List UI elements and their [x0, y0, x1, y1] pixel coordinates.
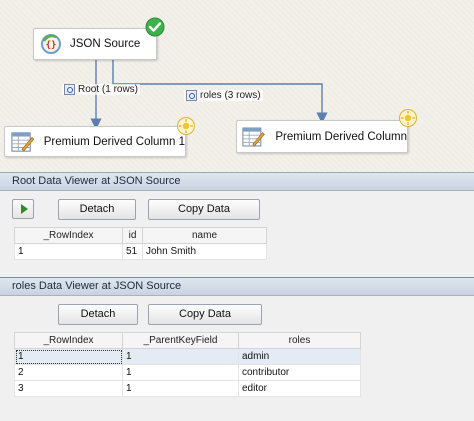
- table-row[interactable]: 1 51 John Smith: [14, 243, 267, 260]
- root-detach-button[interactable]: Detach: [58, 199, 136, 220]
- table-row[interactable]: 2 1 contributor: [14, 364, 361, 381]
- table-row[interactable]: 1 1 admin: [14, 348, 361, 365]
- warning-sun-icon: [177, 117, 195, 135]
- root-data-grid[interactable]: _RowIndex id name 1 51 John Smith: [14, 227, 267, 260]
- path-label-roles[interactable]: roles (3 rows): [184, 90, 263, 101]
- premium-derived-column-label: Premium Derived Column: [275, 130, 407, 143]
- column-header-rowindex[interactable]: _RowIndex: [14, 332, 123, 349]
- column-header-rowindex[interactable]: _RowIndex: [14, 227, 123, 244]
- root-continue-button[interactable]: [12, 199, 34, 219]
- column-header-name[interactable]: name: [142, 227, 267, 244]
- derived-column-icon: [11, 131, 35, 152]
- cell-rowindex[interactable]: 2: [14, 364, 123, 381]
- cell-rowindex[interactable]: 1: [14, 243, 123, 260]
- root-grid-header: _RowIndex id name: [14, 227, 267, 244]
- roles-viewer-title: roles Data Viewer at JSON Source: [0, 278, 474, 296]
- cell-roles[interactable]: editor: [238, 380, 361, 397]
- premium-derived-column-node[interactable]: Premium Derived Column: [236, 120, 408, 153]
- cell-rowindex[interactable]: 3: [14, 380, 123, 397]
- derived-column-icon: [242, 127, 265, 146]
- column-header-id[interactable]: id: [122, 227, 143, 244]
- path-label-root[interactable]: Root (1 rows): [62, 84, 141, 95]
- cell-name[interactable]: John Smith: [142, 243, 267, 260]
- json-source-icon: {}: [41, 34, 61, 54]
- svg-text:{}: {}: [46, 41, 57, 51]
- cell-parentkeyfield[interactable]: 1: [122, 348, 239, 365]
- cell-parentkeyfield[interactable]: 1: [122, 364, 239, 381]
- data-viewer-icon: [186, 90, 197, 101]
- cell-id[interactable]: 51: [122, 243, 143, 260]
- cell-roles[interactable]: admin: [238, 348, 361, 365]
- column-header-roles[interactable]: roles: [238, 332, 361, 349]
- roles-copy-data-button[interactable]: Copy Data: [148, 304, 262, 325]
- cell-roles[interactable]: contributor: [238, 364, 361, 381]
- data-viewer-icon: [64, 84, 75, 95]
- success-check-icon: [145, 17, 165, 37]
- roles-data-grid[interactable]: _RowIndex _ParentKeyField roles 1 1 admi…: [14, 332, 361, 397]
- cell-parentkeyfield[interactable]: 1: [122, 380, 239, 397]
- roles-viewer-toolbar: Detach Copy Data: [0, 296, 474, 330]
- root-data-viewer-window: Root Data Viewer at JSON Source Detach C…: [0, 172, 474, 278]
- path-label-root-text: Root (1 rows): [78, 84, 139, 95]
- premium-derived-column-1-node[interactable]: Premium Derived Column 1: [4, 126, 186, 157]
- root-copy-data-button[interactable]: Copy Data: [148, 199, 260, 220]
- column-header-parentkeyfield[interactable]: _ParentKeyField: [122, 332, 239, 349]
- cell-rowindex[interactable]: 1: [14, 348, 123, 365]
- premium-derived-column-1-label: Premium Derived Column 1: [43, 135, 185, 148]
- json-source-label: JSON Source: [70, 38, 141, 50]
- path-roles-line[interactable]: [112, 60, 328, 124]
- roles-detach-button[interactable]: Detach: [58, 304, 138, 325]
- roles-grid-header: _RowIndex _ParentKeyField roles: [14, 332, 361, 349]
- root-viewer-title: Root Data Viewer at JSON Source: [0, 173, 474, 191]
- table-row[interactable]: 3 1 editor: [14, 380, 361, 397]
- warning-sun-icon: [399, 109, 417, 127]
- json-source-node[interactable]: {} JSON Source: [33, 28, 157, 60]
- path-label-roles-text: roles (3 rows): [200, 90, 261, 101]
- roles-data-viewer-window: roles Data Viewer at JSON Source Detach …: [0, 277, 474, 421]
- root-viewer-toolbar: Detach Copy Data: [0, 191, 474, 225]
